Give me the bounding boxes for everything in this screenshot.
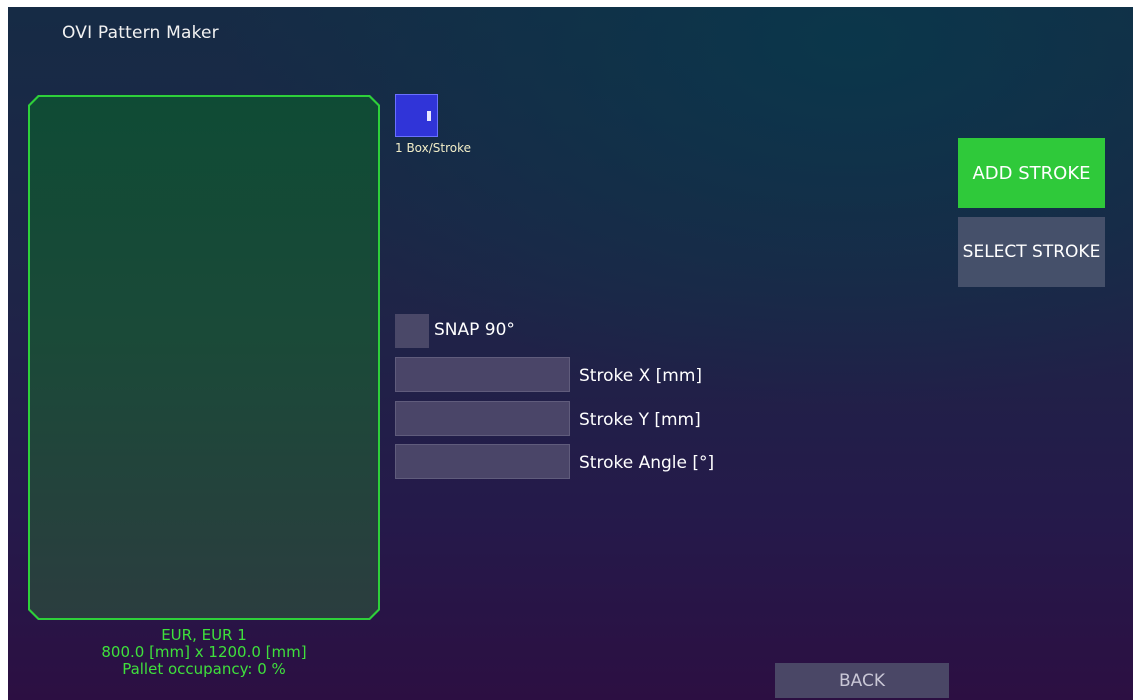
snap-90-label: SNAP 90° [434, 320, 515, 340]
pallet-occupancy: Pallet occupancy: 0 % [122, 660, 286, 678]
add-stroke-button[interactable]: ADD STROKE [958, 138, 1105, 208]
pallet-dimensions: 800.0 [mm] x 1200.0 [mm] [101, 643, 307, 661]
pallet-name: EUR, EUR 1 [161, 626, 247, 644]
stroke-angle-input[interactable] [395, 444, 570, 479]
select-stroke-button[interactable]: SELECT STROKE [958, 217, 1105, 287]
pallet-info: EUR, EUR 1 800.0 [mm] x 1200.0 [mm] Pall… [28, 627, 380, 678]
box-icon [427, 111, 431, 121]
pallet-canvas[interactable] [28, 95, 380, 620]
stroke-y-label: Stroke Y [mm] [579, 410, 701, 430]
stroke-type-caption: 1 Box/Stroke [395, 141, 472, 155]
stroke-x-input[interactable] [395, 357, 570, 392]
back-button[interactable]: BACK [775, 663, 949, 698]
app-window: OVI Pattern Maker EUR, EUR 1 800.0 [mm] … [8, 7, 1133, 700]
stroke-y-input[interactable] [395, 401, 570, 436]
stroke-x-label: Stroke X [mm] [579, 366, 703, 386]
snap-90-checkbox[interactable] [395, 314, 429, 348]
app-title: OVI Pattern Maker [62, 23, 219, 43]
stroke-angle-label: Stroke Angle [°] [579, 453, 715, 473]
stroke-type-button[interactable] [395, 94, 438, 137]
pallet-surface[interactable] [30, 97, 378, 618]
